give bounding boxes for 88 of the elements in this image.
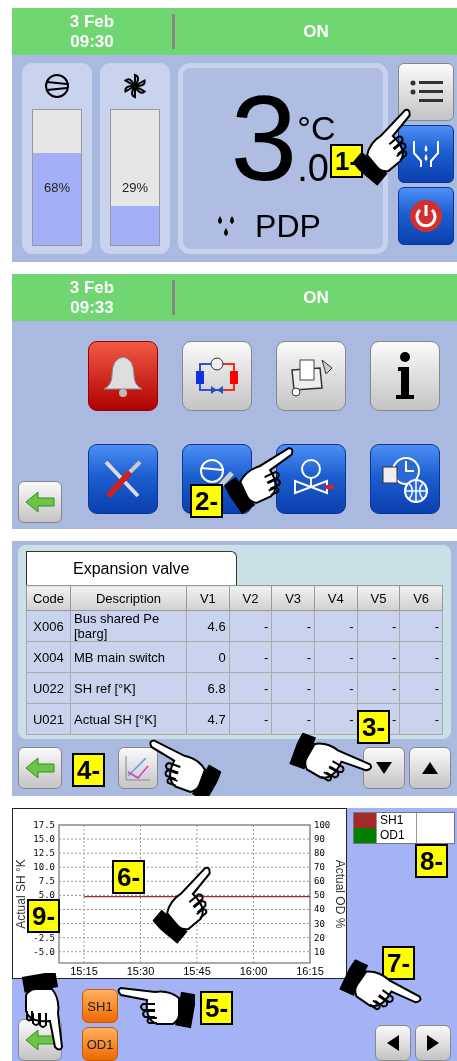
dryer-icon — [411, 139, 441, 169]
date-time: 3 Feb 09:30 — [68, 11, 116, 52]
step-number: 7- — [382, 946, 416, 980]
menu-tile[interactable] — [88, 341, 158, 411]
axis-tick-label: 10 — [314, 946, 325, 957]
axis-tick-label: 90 — [314, 834, 325, 845]
axis-tick-label: 80 — [314, 848, 325, 859]
axis-tick-label: 15.0 — [33, 834, 55, 845]
table-cell: SH ref [°K] — [70, 672, 187, 704]
column-header: V5 — [357, 585, 400, 611]
legend-label: SH1 — [376, 813, 416, 828]
column-header: V4 — [314, 585, 358, 611]
column-header: Description — [70, 585, 187, 611]
axis-tick-label: 7.5 — [38, 876, 55, 887]
axis-tick-label: 100 — [314, 820, 331, 830]
table-cell: MB main switch — [70, 641, 187, 673]
dryer-button[interactable] — [398, 125, 454, 183]
step-number: 5- — [200, 991, 234, 1025]
scroll-right-button[interactable] — [415, 1025, 451, 1061]
column-header: V2 — [229, 585, 272, 611]
scroll-down-button[interactable] — [363, 747, 405, 789]
run-status: ON — [302, 287, 330, 308]
column-header: Code — [26, 585, 71, 611]
run-status: ON — [302, 21, 330, 42]
calendar-globe-icon — [380, 455, 430, 503]
column-header: V6 — [399, 585, 443, 611]
axis-tick-label: 70 — [314, 862, 325, 873]
percent-reading: 29% — [121, 180, 149, 196]
column-header: V3 — [271, 585, 315, 611]
axis-tick-label: 5.0 — [38, 890, 55, 901]
table-cell: Actual SH [°K] — [70, 703, 187, 735]
axis-tick-label: 30 — [314, 918, 325, 929]
compressor-icon — [44, 73, 70, 99]
menu-tile[interactable] — [276, 444, 346, 514]
axis-title: Actual SH °K — [14, 859, 28, 929]
step-number: 2- — [190, 484, 224, 518]
column-header: V1 — [186, 585, 230, 611]
left-arrow-icon — [25, 757, 55, 779]
axis-tick-label: 16:15 — [296, 965, 324, 977]
step-number: 3- — [357, 710, 391, 744]
menu-tile[interactable] — [182, 341, 252, 411]
temperature-value: 3 — [230, 88, 298, 188]
table-cell: U022 — [26, 672, 71, 704]
menu-tile[interactable] — [370, 341, 440, 411]
measure-label: PDP — [255, 208, 321, 245]
list-icon — [409, 79, 443, 105]
legend-label: OD1 — [376, 828, 416, 843]
table-cell: Bus shared Pe [barg] — [70, 610, 187, 642]
date-time: 3 Feb 09:33 — [68, 277, 116, 318]
line-chart-icon — [124, 754, 152, 782]
axis-tick-label: 10.0 — [33, 862, 55, 873]
menu-button[interactable] — [398, 63, 454, 121]
axis-tick-label: 16:00 — [239, 965, 268, 977]
axis-tick-label: -2.5 — [33, 932, 55, 943]
axis-title: Actual OD % — [333, 859, 347, 929]
axis-tick-label: 60 — [314, 876, 325, 887]
step-number: 8- — [415, 844, 449, 878]
fan-icon — [122, 73, 148, 99]
step-number: 9- — [27, 899, 61, 933]
power-button[interactable] — [398, 187, 454, 245]
table-cell: U021 — [26, 703, 71, 735]
left-arrow-icon — [25, 491, 55, 513]
table-cell: X006 — [26, 610, 71, 642]
axis-tick-label: 40 — [314, 904, 325, 915]
axis-tick-label: 15:15 — [70, 965, 98, 977]
axis-tick-label: 15:45 — [183, 965, 211, 977]
chart-button[interactable] — [118, 747, 158, 789]
axis-tick-label: 50 — [314, 890, 325, 901]
table-cell: X004 — [26, 641, 71, 673]
percent-reading: 68% — [43, 180, 71, 196]
scroll-left-button[interactable] — [375, 1025, 411, 1061]
scroll-up-button[interactable] — [409, 747, 451, 789]
axis-tick-label: 20 — [314, 932, 325, 943]
page-tab[interactable]: Expansion valve — [26, 551, 237, 585]
menu-tile[interactable] — [370, 444, 440, 514]
series-button[interactable]: SH1 — [82, 989, 118, 1023]
menu-tile[interactable] — [276, 341, 346, 411]
step-number: 6- — [112, 860, 146, 894]
menu-tile[interactable] — [88, 444, 158, 514]
left-arrow-icon — [25, 1029, 55, 1051]
power-icon — [409, 199, 443, 233]
step-number: 4- — [72, 753, 106, 787]
axis-tick-label: 17.5 — [33, 820, 55, 830]
series-button[interactable]: OD1 — [82, 1027, 118, 1061]
axis-tick-label: 12.5 — [33, 848, 55, 859]
axis-tick-label: -5.0 — [33, 946, 55, 957]
temperature-decimal: .0 — [297, 148, 330, 188]
axis-tick-label: 15:30 — [126, 965, 155, 977]
